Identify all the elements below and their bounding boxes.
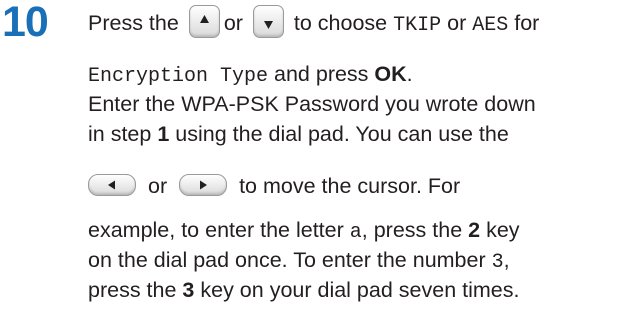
text: using the dial pad. You can use the	[175, 122, 509, 146]
text: .	[406, 62, 413, 86]
down-arrow-key-icon	[252, 5, 284, 38]
instruction-line-6: example, to enter the letter a, press th…	[88, 217, 520, 246]
text: and press	[274, 62, 369, 86]
text: or	[147, 174, 168, 198]
example-letter: a	[349, 221, 362, 244]
up-arrow-key-icon	[188, 5, 220, 38]
instruction-line-2: Encryption Type and press OK.	[88, 61, 413, 90]
instruction-line-8: press the 3 key on your dial pad seven t…	[88, 277, 519, 303]
left-arrow-key-icon	[88, 174, 136, 197]
ok-key-label: OK	[374, 62, 407, 86]
text: for	[514, 11, 540, 36]
text: on the dial pad once. To enter the numbe…	[88, 248, 486, 272]
instruction-line-4: in step 1 using the dial pad. You can us…	[88, 121, 509, 147]
text: or	[223, 11, 243, 36]
step-reference: 1	[157, 122, 170, 146]
example-number: 3	[491, 251, 504, 274]
text: key	[486, 218, 520, 242]
instruction-line-7: on the dial pad once. To enter the numbe…	[88, 247, 510, 276]
text: ,	[503, 248, 510, 272]
key-reference: 2	[468, 218, 481, 242]
text: to move the cursor. For	[239, 174, 461, 198]
text: key on your dial pad seven times.	[200, 278, 520, 302]
option-tkip: TKIP	[393, 14, 442, 38]
instruction-line-3: Enter the WPA-PSK Password you wrote dow…	[88, 91, 536, 117]
text: press the	[88, 278, 177, 302]
text: or	[447, 11, 467, 36]
key-reference: 3	[182, 278, 195, 302]
step-number: 10	[2, 0, 49, 46]
option-aes: AES	[472, 14, 509, 38]
text: , press the	[361, 218, 463, 242]
instruction-line-5: or to move the cursor. For	[88, 173, 460, 199]
text: in step	[88, 122, 152, 146]
instruction-line-1: Press the or to choose TKIP or AES for	[88, 5, 540, 41]
text: example, to enter the letter	[88, 218, 344, 242]
text: to choose	[293, 11, 388, 36]
text: Press the	[88, 11, 179, 36]
right-arrow-key-icon	[179, 174, 228, 197]
text: Enter the WPA-PSK Password you wrote dow…	[88, 92, 536, 116]
setting-name: Encryption Type	[88, 65, 269, 88]
